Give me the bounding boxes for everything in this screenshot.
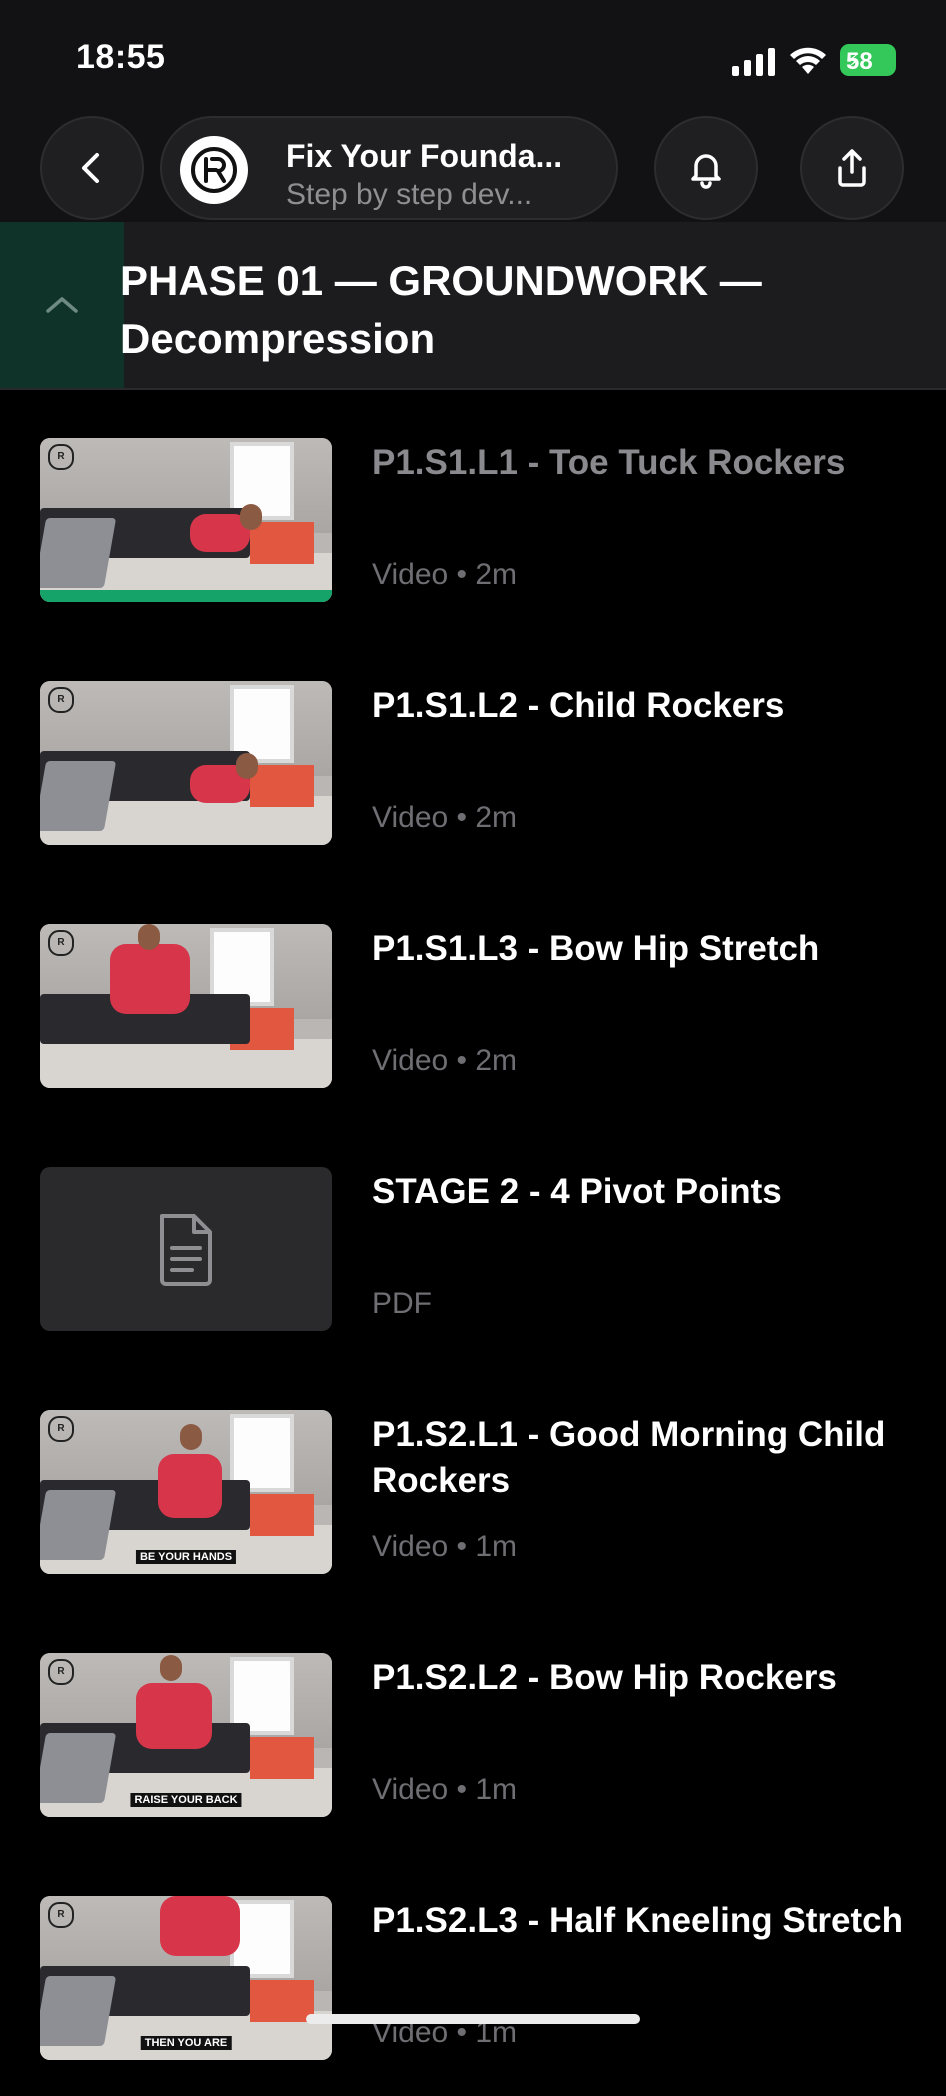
lesson-item[interactable]: R P1.S1.L1 - Toe Tuck Rockers Video • 2m (0, 438, 946, 638)
lesson-item[interactable]: R P1.S1.L3 - Bow Hip Stretch Video • 2m (0, 924, 946, 1124)
lesson-meta: Video • 1m (372, 1530, 518, 1563)
lesson-title: P1.S1.L1 - Toe Tuck Rockers (372, 443, 846, 482)
lesson-item[interactable]: STAGE 2 - 4 Pivot Points PDF (0, 1167, 946, 1367)
course-header: Fix Your Founda... Step by step dev... (0, 110, 946, 222)
video-caption: RAISE YOUR BACK (130, 1793, 242, 1807)
lesson-thumbnail: R BE YOUR HANDS (40, 1410, 332, 1574)
lesson-thumbnail: R (40, 924, 332, 1088)
collapse-section-button[interactable] (0, 222, 124, 388)
course-info-pill[interactable]: Fix Your Founda... Step by step dev... (160, 116, 618, 220)
lesson-item[interactable]: R BE YOUR HANDS P1.S2.L1 - Good Morning … (0, 1410, 946, 1610)
share-button[interactable] (800, 116, 904, 220)
lesson-thumbnail: R RAISE YOUR BACK (40, 1653, 332, 1817)
brand-watermark-icon: R (48, 1659, 74, 1685)
share-icon (838, 149, 866, 187)
wifi-icon (790, 47, 826, 74)
brand-watermark-icon: R (48, 1416, 74, 1442)
chevron-up-icon (46, 297, 78, 313)
charging-icon: ⚡ (846, 51, 861, 73)
lesson-title: P1.S2.L1 - Good Morning Child Rockers (372, 1415, 886, 1500)
notifications-button[interactable] (654, 116, 758, 220)
bell-icon (691, 154, 721, 189)
lesson-meta: Video • 1m (372, 1773, 518, 1806)
brand-watermark-icon: R (48, 687, 74, 713)
watch-progress-bar (40, 590, 332, 602)
section-header[interactable]: PHASE 01 — GROUNDWORK — Decompression (0, 222, 946, 390)
document-icon (160, 1214, 212, 1286)
lesson-item[interactable]: R THEN YOU ARE P1.S2.L3 - Half Kneeling … (0, 1896, 946, 2096)
lesson-title: P1.S1.L2 - Child Rockers (372, 686, 785, 725)
brand-watermark-icon: R (48, 1902, 74, 1928)
lesson-thumbnail: R THEN YOU ARE (40, 1896, 332, 2060)
lesson-item[interactable]: R RAISE YOUR BACK P1.S2.L2 - Bow Hip Roc… (0, 1653, 946, 1853)
status-bar: 18:55 58 ⚡ (0, 0, 946, 110)
course-logo-icon (180, 136, 248, 204)
lesson-title: STAGE 2 - 4 Pivot Points (372, 1172, 782, 1211)
back-icon (82, 153, 99, 183)
status-time: 18:55 (76, 38, 166, 76)
brand-watermark-icon: R (48, 930, 74, 956)
brand-watermark-icon: R (48, 444, 74, 470)
course-subtitle: Step by step dev... (286, 178, 533, 211)
lesson-meta: Video • 2m (372, 1044, 518, 1077)
lesson-meta: Video • 2m (372, 558, 518, 591)
home-indicator[interactable] (306, 2014, 640, 2024)
lesson-thumbnail (40, 1167, 332, 1331)
cellular-signal-icon (732, 48, 775, 76)
lesson-title: P1.S1.L3 - Bow Hip Stretch (372, 929, 820, 968)
lesson-thumbnail: R (40, 681, 332, 845)
battery-indicator: 58 ⚡ (840, 44, 896, 76)
lesson-meta: Video • 2m (372, 801, 518, 834)
course-title: Fix Your Founda... (286, 138, 563, 174)
lesson-title: P1.S2.L3 - Half Kneeling Stretch (372, 1901, 903, 1940)
section-title: PHASE 01 — GROUNDWORK — Decompression (120, 257, 762, 362)
lesson-title: P1.S2.L2 - Bow Hip Rockers (372, 1658, 837, 1697)
lesson-meta: PDF (372, 1287, 432, 1320)
back-button[interactable] (40, 116, 144, 220)
lesson-item[interactable]: R P1.S1.L2 - Child Rockers Video • 2m (0, 681, 946, 881)
lesson-thumbnail: R (40, 438, 332, 602)
video-caption: BE YOUR HANDS (135, 1550, 237, 1564)
